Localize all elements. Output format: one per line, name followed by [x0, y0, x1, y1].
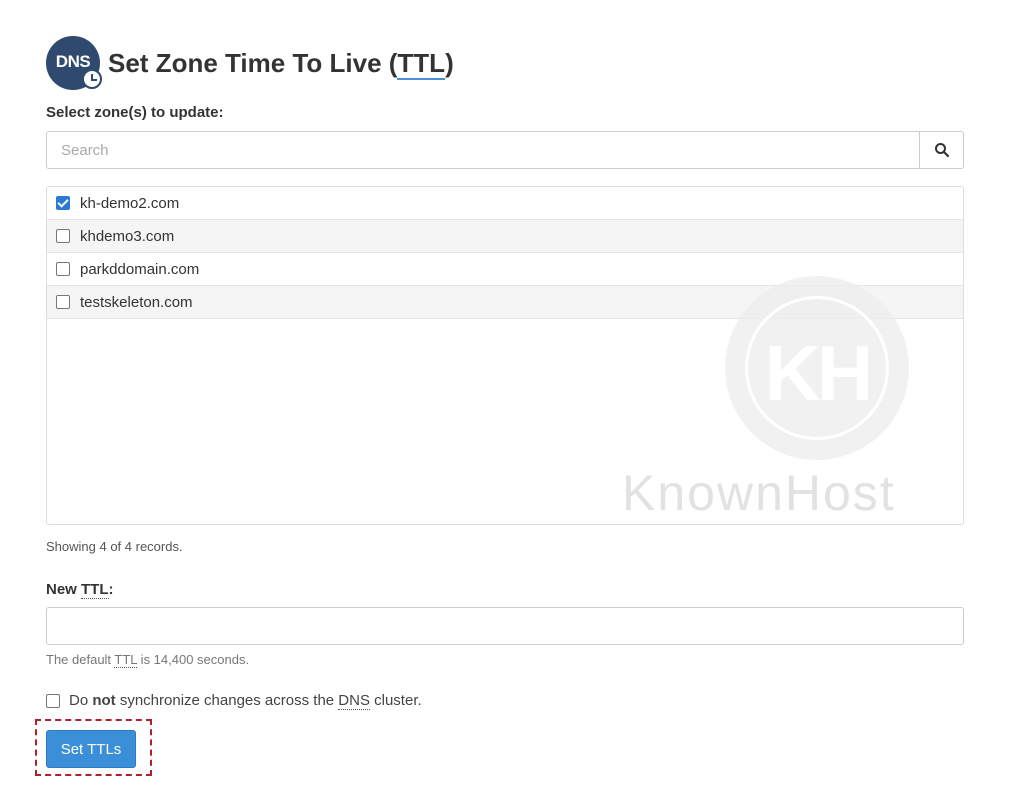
help-abbr: TTL	[114, 652, 138, 668]
zone-name: kh-demo2.com	[80, 194, 180, 212]
zone-name: parkddomain.com	[80, 260, 200, 278]
no-sync-checkbox[interactable]	[46, 693, 60, 708]
ttl-label-prefix: New	[46, 581, 82, 598]
no-sync-label: Do not synchronize changes across the DN…	[69, 692, 422, 710]
zone-row[interactable]: testskeleton.com	[47, 286, 963, 319]
search-icon	[934, 143, 949, 158]
search-input[interactable]	[47, 132, 919, 168]
zone-checkbox[interactable]	[56, 295, 70, 309]
zone-row[interactable]: parkddomain.com	[47, 253, 963, 286]
title-abbr: TTL	[397, 47, 446, 80]
search-button[interactable]	[919, 132, 963, 168]
no-sync-option[interactable]: Do not synchronize changes across the DN…	[46, 692, 422, 710]
clock-icon	[82, 69, 102, 89]
ttl-help-text: The default TTL is 14,400 seconds.	[46, 652, 250, 668]
dns-clock-icon: DNS	[46, 36, 102, 90]
ttl-label-abbr: TTL	[81, 581, 109, 599]
select-zones-label: Select zone(s) to update:	[46, 104, 224, 121]
zone-checkbox[interactable]	[56, 229, 70, 243]
zone-name: testskeleton.com	[80, 293, 193, 311]
zone-list: kh-demo2.com khdemo3.com parkddomain.com…	[46, 186, 964, 525]
records-count: Showing 4 of 4 records.	[46, 539, 183, 554]
zone-name: khdemo3.com	[80, 227, 175, 245]
zone-search	[46, 131, 964, 169]
new-ttl-input[interactable]	[46, 607, 964, 645]
zone-checkbox[interactable]	[56, 262, 70, 276]
title-prefix: Set Zone Time To Live (	[108, 47, 398, 78]
ttl-label-suffix: :	[108, 581, 114, 598]
help-suffix: is 14,400 seconds.	[137, 652, 250, 667]
help-prefix: The default	[46, 652, 115, 667]
set-ttls-button[interactable]: Set TTLs	[46, 730, 136, 768]
new-ttl-label: New TTL:	[46, 581, 114, 599]
page-header: DNS Set Zone Time To Live (TTL)	[46, 36, 454, 90]
zone-row[interactable]: khdemo3.com	[47, 220, 963, 253]
zone-checkbox[interactable]	[56, 196, 70, 210]
dns-icon-text: DNS	[55, 52, 91, 71]
zone-row[interactable]: kh-demo2.com	[47, 187, 963, 220]
page-title: Set Zone Time To Live (TTL)	[108, 47, 454, 80]
title-suffix: )	[445, 47, 454, 78]
